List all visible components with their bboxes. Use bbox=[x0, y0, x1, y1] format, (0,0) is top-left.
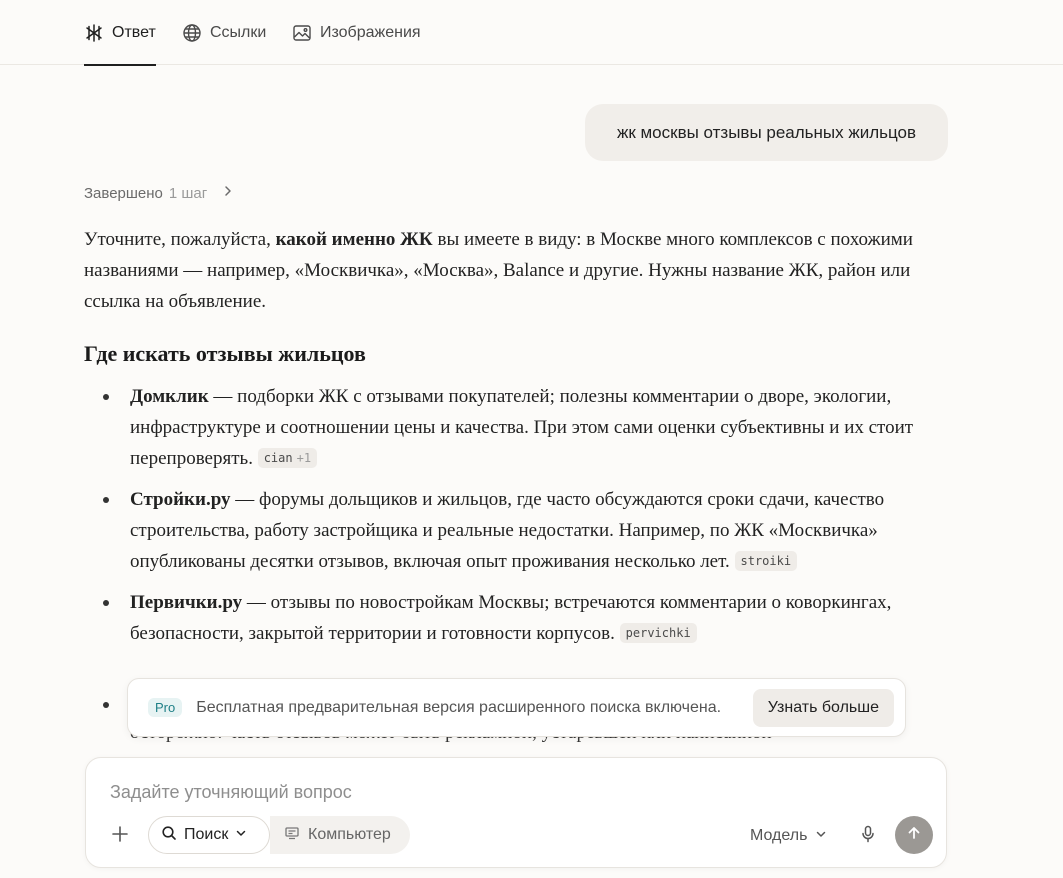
user-query-bubble: жк москвы отзывы реальных жильцов bbox=[585, 104, 948, 161]
tab-links[interactable]: Ссылки bbox=[182, 0, 266, 65]
steps-toggle[interactable]: Завершено 1 шаг bbox=[84, 182, 235, 204]
plus-icon bbox=[111, 825, 129, 848]
attach-button[interactable] bbox=[108, 824, 132, 848]
citation-badge[interactable]: cian +1 bbox=[257, 448, 318, 468]
pro-badge: Pro bbox=[148, 698, 183, 717]
intro-bold: какой именно ЖК bbox=[275, 229, 433, 250]
tab-images-label: Изображения bbox=[320, 23, 421, 41]
result-tabs: Ответ Ссылки Изображения bbox=[0, 0, 1063, 66]
tab-links-label: Ссылки bbox=[210, 23, 267, 41]
search-mode-button[interactable]: Поиск bbox=[148, 816, 270, 854]
list-item: Первички.ру — отзывы по новостройкам Мос… bbox=[84, 587, 954, 649]
chevron-right-icon bbox=[213, 184, 235, 202]
computer-icon bbox=[284, 825, 300, 846]
pro-banner-text: Бесплатная предварительная версия расшир… bbox=[196, 698, 722, 716]
section-heading: Где искать отзывы жильцов bbox=[84, 341, 366, 366]
chevron-down-icon bbox=[815, 827, 827, 845]
list-item-title: Стройки.ру bbox=[130, 489, 231, 510]
citation-badge[interactable]: pervichki bbox=[619, 623, 697, 643]
citation-badge[interactable]: stroiki bbox=[734, 551, 798, 571]
list-item: Стройки.ру — форумы дольщиков и жильцов,… bbox=[84, 484, 954, 577]
list-item-title: Первички.ру bbox=[130, 592, 243, 613]
chevron-down-icon bbox=[235, 826, 247, 844]
tab-answer[interactable]: Ответ bbox=[84, 0, 156, 66]
steps-label: Завершено bbox=[84, 184, 163, 202]
microphone-icon bbox=[860, 825, 876, 848]
globe-icon bbox=[182, 23, 202, 43]
list-item: Домклик — подборки ЖК с отзывами покупат… bbox=[84, 381, 954, 474]
model-label: Модель bbox=[750, 827, 808, 844]
model-selector[interactable]: Модель bbox=[750, 824, 827, 848]
image-icon bbox=[292, 23, 312, 43]
search-icon bbox=[161, 825, 177, 846]
voice-input-button[interactable] bbox=[856, 824, 880, 848]
list-item-title: Домклик bbox=[130, 386, 209, 407]
arrow-up-icon bbox=[906, 825, 922, 846]
pro-banner: Pro Бесплатная предварительная версия ра… bbox=[127, 678, 906, 737]
answer-icon bbox=[84, 23, 104, 43]
sources-list: Домклик — подборки ЖК с отзывами покупат… bbox=[84, 381, 954, 649]
answer-body: Уточните, пожалуйста, какой именно ЖК вы… bbox=[84, 224, 954, 659]
send-button[interactable] bbox=[895, 816, 933, 854]
search-mode-label: Поиск bbox=[184, 826, 229, 843]
user-query-text: жк москвы отзывы реальных жильцов bbox=[616, 122, 917, 142]
follow-up-composer: Задайте уточняющий вопрос Поиск Компьюте… bbox=[85, 757, 947, 868]
tab-images[interactable]: Изображения bbox=[292, 0, 421, 65]
computer-mode-label: Компьютер bbox=[308, 826, 391, 843]
list-bullet bbox=[103, 702, 109, 708]
tab-answer-label: Ответ bbox=[112, 23, 156, 41]
follow-up-input[interactable]: Задайте уточняющий вопрос bbox=[110, 782, 352, 803]
learn-more-button[interactable]: Узнать больше bbox=[752, 688, 894, 727]
computer-mode-button[interactable]: Компьютер bbox=[270, 816, 410, 854]
answer-intro: Уточните, пожалуйста, какой именно ЖК вы… bbox=[84, 229, 913, 312]
steps-count: 1 шаг bbox=[168, 184, 208, 202]
